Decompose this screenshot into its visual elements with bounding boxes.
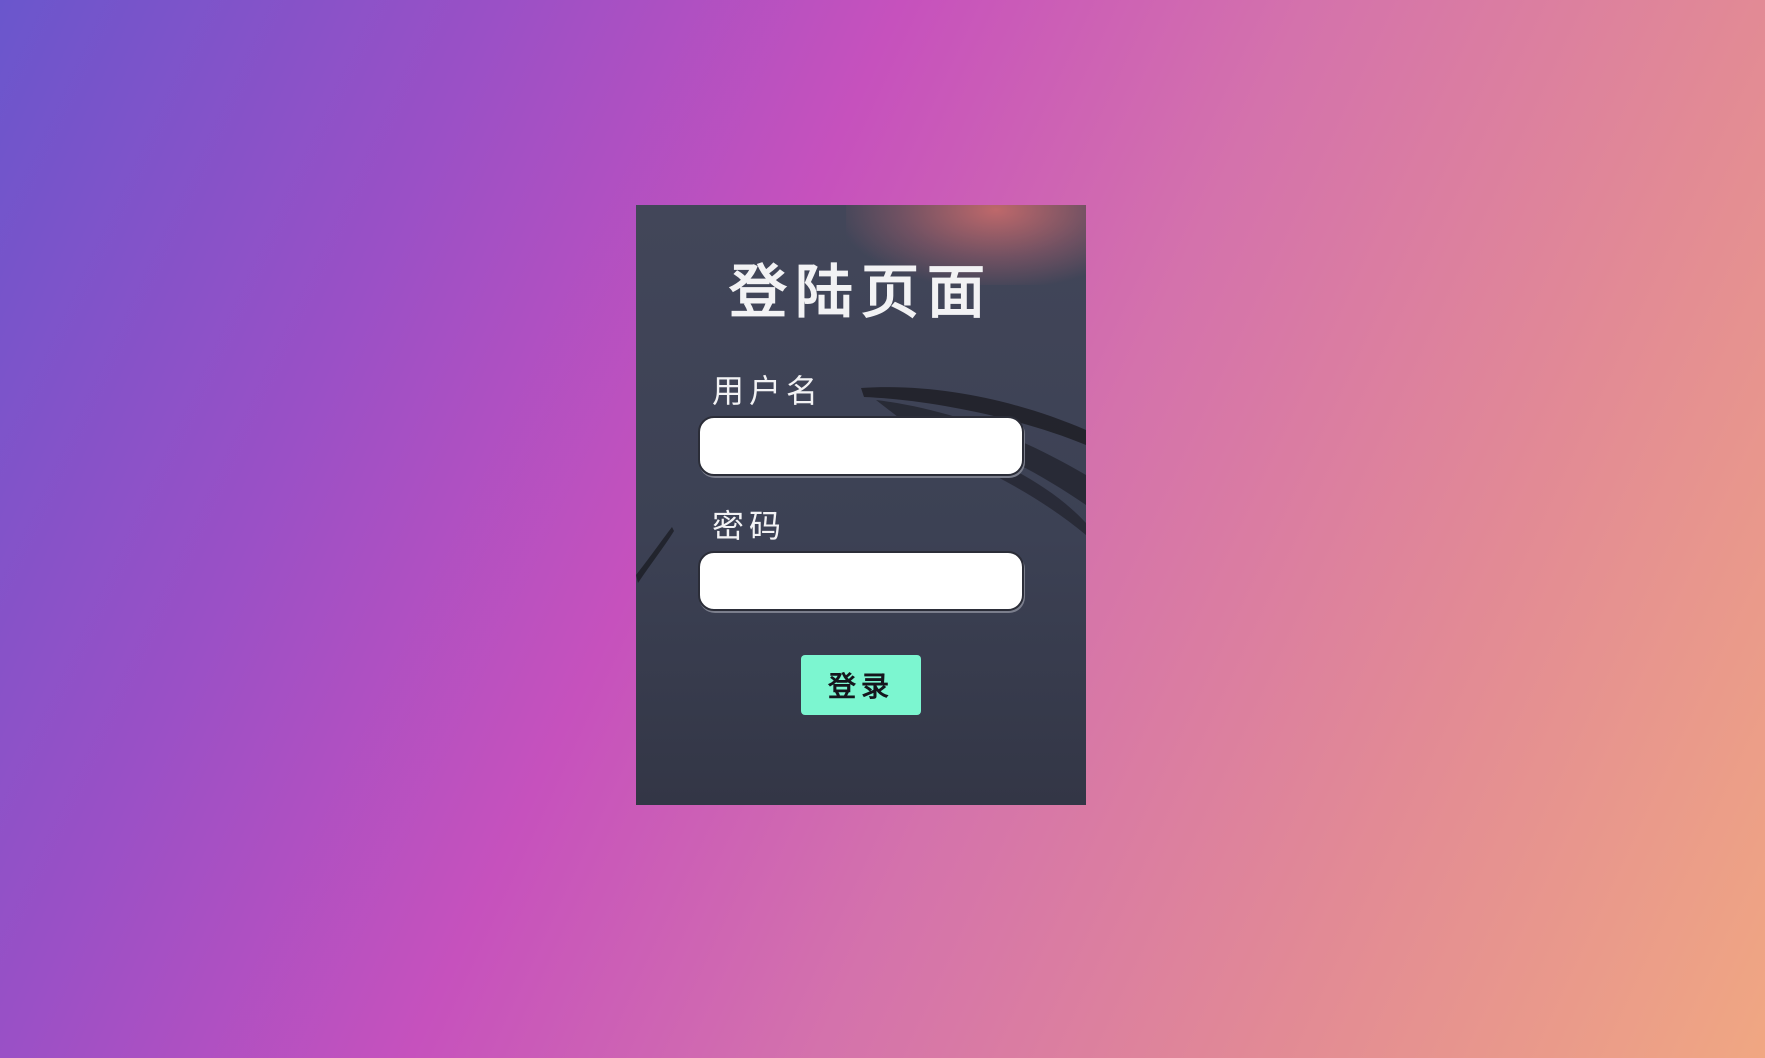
page-background: { "login_card": { "title": "登陆页面", "user…	[0, 0, 1765, 1058]
login-button[interactable]: 登录	[801, 655, 921, 715]
login-card: 登陆页面 用户名 密码 登录	[636, 205, 1086, 805]
page-title: 登陆页面	[728, 258, 993, 326]
username-input[interactable]	[698, 416, 1024, 476]
password-input[interactable]	[698, 551, 1024, 611]
password-label: 密码	[712, 507, 787, 545]
username-label: 用户名	[712, 372, 824, 410]
